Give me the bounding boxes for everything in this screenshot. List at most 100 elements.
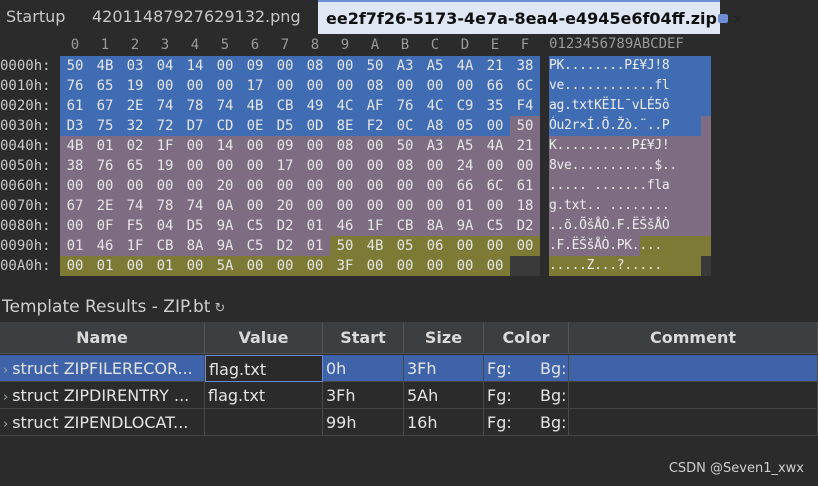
hex-byte[interactable]: 9A (210, 236, 240, 256)
hex-byte[interactable]: 19 (150, 156, 180, 176)
hex-byte[interactable]: A3 (390, 56, 420, 76)
hex-byte[interactable]: D5 (270, 116, 300, 136)
hex-byte[interactable]: 00 (60, 216, 90, 236)
ascii-line[interactable]: ag.txtKËIL¯vLÉ5ô (549, 96, 711, 116)
hex-byte[interactable]: 00 (420, 156, 450, 176)
hex-byte[interactable]: 8A (420, 216, 450, 236)
hex-byte[interactable]: 21 (480, 56, 510, 76)
hex-byte[interactable]: 2E (120, 96, 150, 116)
hex-byte[interactable]: D2 (270, 216, 300, 236)
hex-byte[interactable]: 46 (330, 216, 360, 236)
hex-byte[interactable]: 00 (210, 76, 240, 96)
hex-byte[interactable]: 00 (180, 176, 210, 196)
hex-byte[interactable]: 01 (300, 216, 330, 236)
hex-byte[interactable]: 74 (180, 196, 210, 216)
hex-byte[interactable]: F5 (120, 216, 150, 236)
hex-byte[interactable]: 75 (90, 116, 120, 136)
hex-byte[interactable]: 9A (210, 216, 240, 236)
hex-byte[interactable]: 00 (390, 176, 420, 196)
hex-byte[interactable]: 00 (300, 196, 330, 216)
hex-byte[interactable]: 0A (210, 196, 240, 216)
hex-byte[interactable]: 00 (240, 136, 270, 156)
ascii-line[interactable]: ..õ.ÕšÅÒ.F.ËŠšÅÒ (549, 216, 711, 236)
cell-size[interactable]: 3Fh (404, 355, 484, 382)
hex-byte[interactable]: 4C (420, 96, 450, 116)
hex-byte[interactable]: 20 (210, 176, 240, 196)
close-icon[interactable]: × (732, 12, 744, 28)
hex-byte[interactable]: 65 (90, 76, 120, 96)
hex-byte[interactable]: 00 (480, 196, 510, 216)
hex-byte[interactable]: 74 (120, 196, 150, 216)
hex-byte[interactable]: CB (150, 236, 180, 256)
tab-startup[interactable]: Startup (6, 0, 65, 34)
hex-byte[interactable]: 18 (510, 196, 540, 216)
hex-byte[interactable]: 00 (180, 136, 210, 156)
hex-byte[interactable]: 00 (330, 176, 360, 196)
hex-byte[interactable]: 9A (450, 216, 480, 236)
hex-byte[interactable]: 00 (390, 196, 420, 216)
hex-byte[interactable]: C5 (240, 216, 270, 236)
hex-byte[interactable]: 00 (330, 156, 360, 176)
hex-byte[interactable]: 66 (450, 176, 480, 196)
hex-byte[interactable]: 74 (150, 96, 180, 116)
hex-byte[interactable]: 01 (300, 236, 330, 256)
hex-byte[interactable]: 66 (480, 76, 510, 96)
hex-byte[interactable]: 1F (120, 236, 150, 256)
hex-byte[interactable]: 50 (330, 236, 360, 256)
cell-start[interactable]: 3Fh (323, 382, 404, 409)
hex-byte[interactable]: A8 (420, 116, 450, 136)
hex-byte[interactable]: 00 (450, 256, 480, 276)
hex-byte[interactable]: 49 (300, 96, 330, 116)
cell-size[interactable]: 16h (404, 409, 484, 436)
hex-byte[interactable]: 00 (240, 256, 270, 276)
hex-byte[interactable]: 00 (240, 196, 270, 216)
hex-byte[interactable]: 00 (180, 76, 210, 96)
hex-byte[interactable]: 06 (420, 236, 450, 256)
hex-byte[interactable]: 4A (450, 56, 480, 76)
hex-byte[interactable]: 0C (390, 116, 420, 136)
hex-byte[interactable]: 00 (420, 76, 450, 96)
cell-value[interactable]: flag.txt (205, 382, 323, 409)
hex-byte[interactable]: 00 (480, 156, 510, 176)
hex-byte[interactable]: 01 (90, 136, 120, 156)
hex-byte[interactable]: 01 (150, 256, 180, 276)
ascii-line[interactable]: Óu2r×Í.Õ.Žò.¨..P (549, 116, 711, 136)
hex-byte[interactable]: 00 (330, 76, 360, 96)
hex-byte[interactable]: 00 (120, 176, 150, 196)
hex-byte[interactable]: D2 (510, 216, 540, 236)
hex-byte[interactable]: 00 (90, 176, 120, 196)
hex-byte[interactable]: 17 (240, 76, 270, 96)
hex-byte[interactable]: 67 (60, 196, 90, 216)
hex-byte[interactable]: 00 (210, 156, 240, 176)
hex-byte[interactable]: CB (270, 96, 300, 116)
table-row[interactable]: › struct ZIPFILERECOR... flag.txt 0h 3Fh Fg: B… (0, 355, 818, 382)
ascii-line[interactable]: ..... .......fla (549, 176, 711, 196)
hex-byte[interactable]: 3F (330, 256, 360, 276)
hex-byte[interactable]: A3 (420, 136, 450, 156)
hex-byte[interactable]: 8A (180, 236, 210, 256)
hex-byte[interactable]: 35 (480, 96, 510, 116)
ascii-line[interactable]: PK........P£¥J!8 (549, 56, 711, 76)
hex-byte[interactable]: 76 (90, 156, 120, 176)
table-row[interactable]: › struct ZIPENDLOCAT... 99h 16h Fg: Bg: (0, 409, 818, 436)
hex-byte[interactable]: 46 (90, 236, 120, 256)
hex-byte[interactable]: 08 (330, 136, 360, 156)
hex-byte[interactable]: 50 (60, 56, 90, 76)
hex-byte[interactable]: 00 (300, 76, 330, 96)
hex-byte[interactable]: 00 (300, 136, 330, 156)
chevron-right-icon[interactable]: › (3, 363, 8, 378)
ascii-line[interactable]: 8ve...........$.. (549, 156, 711, 176)
cell-comment[interactable] (569, 355, 818, 382)
hex-byte[interactable]: 00 (420, 256, 450, 276)
hex-byte[interactable]: D3 (60, 116, 90, 136)
cell-start[interactable]: 99h (323, 409, 404, 436)
hex-byte[interactable]: 00 (60, 176, 90, 196)
hex-byte[interactable]: 00 (180, 256, 210, 276)
hex-byte[interactable]: 00 (480, 256, 510, 276)
hex-byte[interactable]: 05 (390, 236, 420, 256)
hex-byte[interactable]: 1F (360, 216, 390, 236)
hex-byte[interactable]: 6C (480, 176, 510, 196)
cell-value[interactable] (205, 409, 323, 436)
hex-byte[interactable]: 14 (210, 136, 240, 156)
hex-byte[interactable]: 00 (360, 176, 390, 196)
